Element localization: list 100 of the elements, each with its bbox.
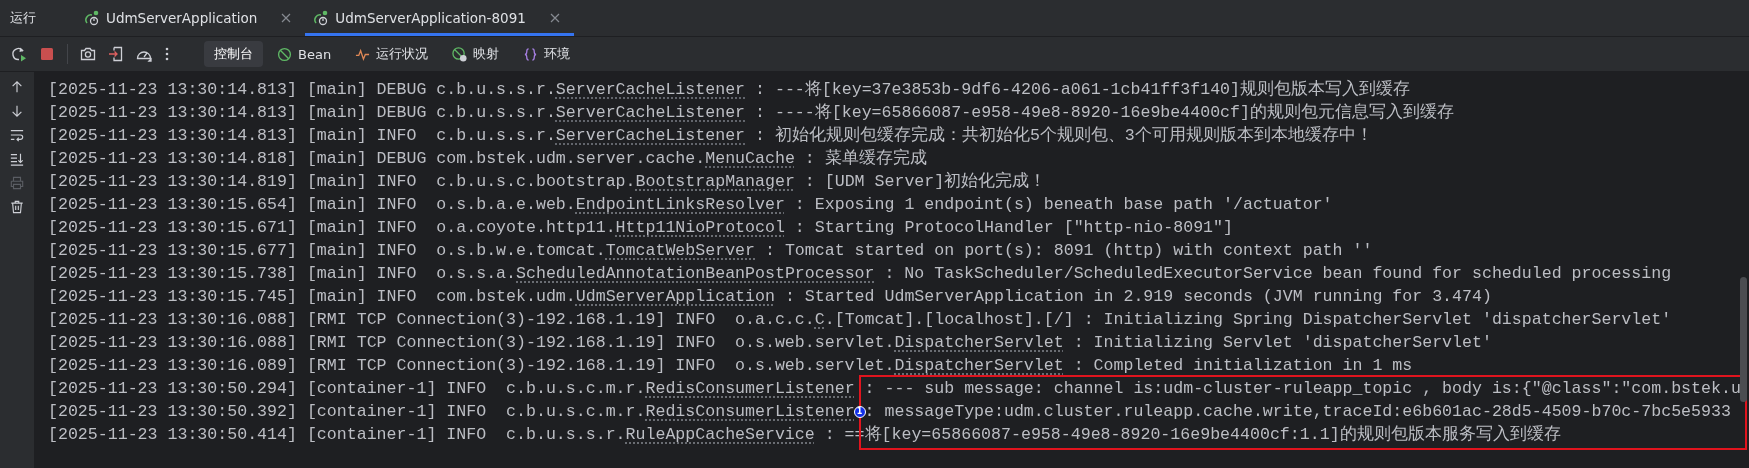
view-tab[interactable]: 环境 [513,41,581,67]
braces-icon [523,46,539,62]
log-timestamp: [2025-11-23 13:30:15.738] [48,264,297,283]
scrollbar[interactable] [1740,277,1747,402]
logger-package: o.s.web.servlet. [735,333,895,352]
log-level: INFO [376,125,418,147]
stop-icon[interactable] [39,46,55,62]
log-message: : ----将[key=65866087-e958-49e8-8920-16e9be4400cf]的规则包元信息写入到缓存 [755,103,1454,122]
trash-icon[interactable] [10,200,24,214]
pulse-icon [355,46,371,62]
logger-package: com.bstek.udm.server.cache. [436,149,706,168]
logger-package: o.s.b.a.e.web. [436,195,576,214]
logger-class-link[interactable]: ServerCacheListener [555,80,746,99]
logger-suffix: .[Tomcat].[localhost].[/] [824,310,1074,329]
logger-class-link[interactable]: DispatcherServlet [894,356,1064,375]
log-timestamp: [2025-11-23 13:30:16.089] [48,356,297,375]
log-message: : Starting ProtocolHandler ["http-nio-8091"] [794,218,1233,237]
log-level: INFO [376,171,418,193]
log-message: : Initializing Servlet 'dispatcherServlet' [1073,333,1492,352]
logger-package: com.bstek.udm. [436,287,576,306]
log-timestamp: [2025-11-23 13:30:15.745] [48,287,297,306]
log-thread: [main] [306,126,367,145]
logger-class-link[interactable]: RedisConsumerListener [645,379,855,398]
camera-icon[interactable] [80,46,96,62]
log-thread: [main] [306,264,367,283]
log-level: INFO [446,378,488,400]
logger-package: o.s.b.w.e.tomcat. [436,241,606,260]
view-tab[interactable]: 映射 [442,41,510,67]
log-message: : 初始化规则包缓存完成：共初始化5个规则包、3个可用规则版本到本地缓存中！ [755,126,1373,145]
logger-class-link[interactable]: MenuCache [705,149,795,168]
log-level: INFO [376,286,418,308]
logger-class-link[interactable]: ServerCacheListener [555,103,746,122]
logger-class-link[interactable]: C [814,310,825,329]
log-timestamp: [2025-11-23 13:30:15.677] [48,241,297,260]
log-level: INFO [376,240,418,262]
close-icon[interactable] [549,13,560,23]
log-thread: [container-1] [306,402,437,421]
log-timestamp: [2025-11-23 13:30:16.088] [48,310,297,329]
log-level: INFO [446,424,488,446]
panel-title: 运行 [9,9,37,27]
logger-class-link[interactable]: EndpointLinksResolver [575,195,785,214]
log-thread: [container-1] [306,379,437,398]
log-timestamp: [2025-11-23 13:30:15.654] [48,195,297,214]
logger-package: o.s.web.servlet. [735,356,895,375]
number-badge: 1 [853,406,866,418]
log-level: INFO [376,217,418,239]
log-thread: [main] [306,103,367,122]
logger-package: o.a.coyote.http11. [436,218,616,237]
log-thread: [main] [306,172,367,191]
run-tab[interactable]: UdmServerApplication [76,0,306,36]
log-timestamp: [2025-11-23 13:30:14.818] [48,149,297,168]
log-thread: [main] [306,218,367,237]
soft-wrap-icon[interactable] [10,128,24,142]
more-icon[interactable] [164,46,170,62]
view-tab[interactable]: 控制台 [204,41,263,67]
logger-class-link[interactable]: ScheduledAnnotationBeanPostProcessor [516,264,875,283]
logger-package: c.b.u.s.s.r. [506,425,626,444]
log-message: : [UDM Server]初始化完成！ [804,172,1047,191]
logger-package: c.b.u.s.c.bootstrap. [436,172,636,191]
log-level: DEBUG [376,79,427,101]
rerun-icon[interactable] [11,46,27,62]
close-icon[interactable] [281,13,292,23]
log-thread: [container-1] [306,425,437,444]
logger-class-link[interactable]: ServerCacheListener [555,126,746,145]
logger-class-link[interactable]: TomcatWebServer [605,241,755,260]
logger-class-link[interactable]: UdmServerApplication [575,287,775,306]
up-arrow-icon[interactable] [10,80,24,94]
logger-class-link[interactable]: RedisConsumerListener [645,402,855,421]
log-level: INFO [376,194,418,216]
log-timestamp: [2025-11-23 13:30:50.392] [48,402,297,421]
log-level: INFO [675,309,717,331]
exit-icon[interactable] [108,46,124,62]
log-level: INFO [446,401,488,423]
logger-package: c.b.u.s.s.r. [436,103,556,122]
logger-class-link[interactable]: RuleAppCacheService [625,425,815,444]
logger-class-link[interactable]: BootstrapManager [635,172,795,191]
log-message: : messageType:udm.cluster.ruleapp.cache.write,traceId:e6b601ac-28d5-4509-b70c-7bc5e5933 [864,402,1731,421]
log-level: INFO [675,332,717,354]
log-timestamp: [2025-11-23 13:30:14.819] [48,172,297,191]
log-timestamp: [2025-11-23 13:30:14.813] [48,126,297,145]
view-tab[interactable]: Bean [267,42,342,66]
logger-class-link[interactable]: Http11NioProtocol [615,218,785,237]
log-level: DEBUG [376,148,427,170]
log-timestamp: [2025-11-23 13:30:16.088] [48,333,297,352]
logger-class-link[interactable]: DispatcherServlet [894,333,1064,352]
log-message: : Completed initialization in 1 ms [1073,356,1413,375]
scroll-to-end-icon[interactable] [10,152,24,166]
app-run-icon [84,10,100,26]
log-timestamp: [2025-11-23 13:30:15.671] [48,218,297,237]
log-thread: [main] [306,80,367,99]
log-message: : No TaskScheduler/ScheduledExecutorService bean found for scheduled processing [884,264,1672,283]
view-tab[interactable]: 运行状况 [345,41,439,67]
log-message: : 菜单缓存完成 [804,149,927,168]
log-thread: [RMI TCP Connection(3)-192.168.1.19] [306,333,666,352]
log-timestamp: [2025-11-23 13:30:50.294] [48,379,297,398]
prohibited-circle-icon [277,46,292,62]
log-timestamp: [2025-11-23 13:30:14.813] [48,103,297,122]
down-arrow-icon[interactable] [10,104,24,118]
log-level: INFO [376,263,418,285]
log-thread: [RMI TCP Connection(3)-192.168.1.19] [306,356,666,375]
